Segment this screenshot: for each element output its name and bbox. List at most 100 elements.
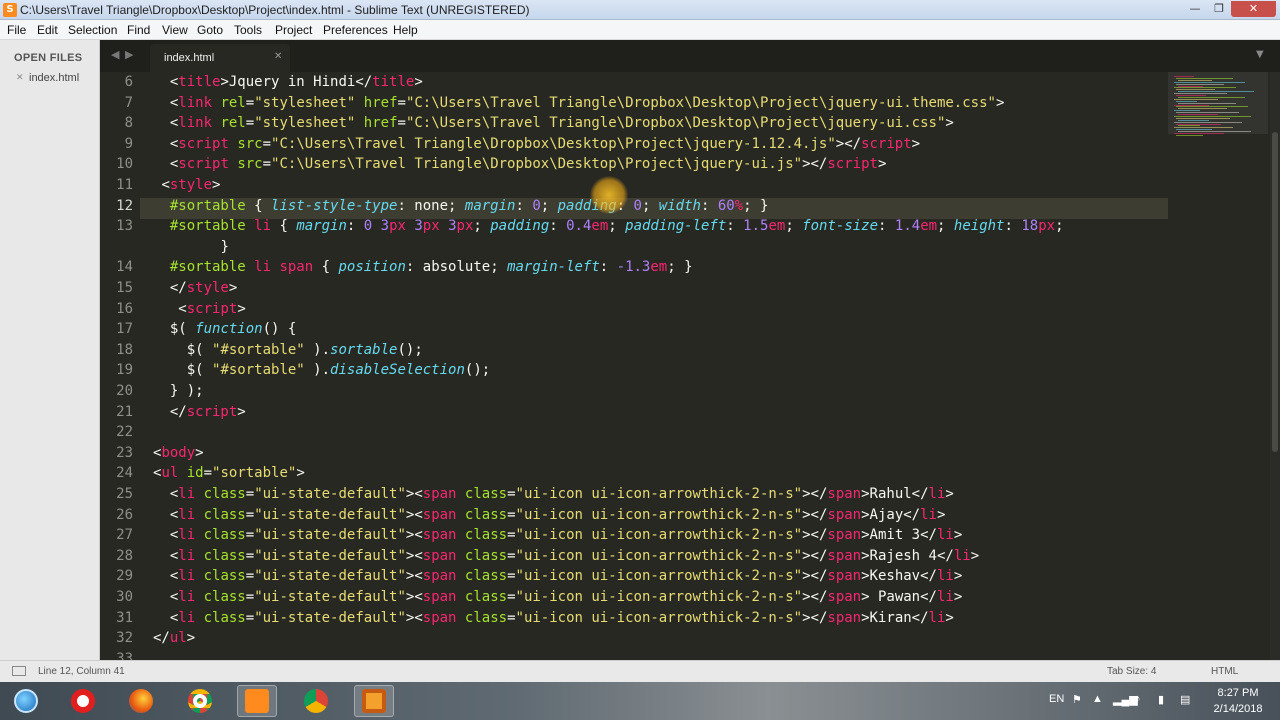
- code-line[interactable]: <body>: [153, 443, 1268, 464]
- code-line[interactable]: <title>Jquery in Hindi</title>: [153, 72, 1268, 93]
- menu-preferences[interactable]: Preferences: [323, 23, 388, 37]
- windows-start-icon[interactable]: [6, 685, 46, 717]
- firefox-icon[interactable]: [121, 685, 161, 717]
- code-token: span: [279, 259, 314, 276]
- opera-icon[interactable]: [63, 685, 103, 717]
- tab-close-icon[interactable]: ✕: [274, 51, 282, 62]
- status-tab-size[interactable]: Tab Size: 4: [1107, 666, 1156, 677]
- code-token: li: [178, 568, 196, 585]
- language-indicator[interactable]: EN: [1049, 693, 1064, 705]
- tab-forward-icon[interactable]: ▶: [125, 48, 133, 61]
- code-line[interactable]: $( "#sortable" ).sortable();: [153, 340, 1268, 361]
- code-line[interactable]: } );: [153, 381, 1268, 402]
- code-line[interactable]: <link rel="stylesheet" href="C:\Users\Tr…: [153, 93, 1268, 114]
- minimize-button[interactable]: —: [1183, 1, 1207, 17]
- code-line[interactable]: <li class="ui-state-default"><span class…: [153, 608, 1268, 629]
- code-line[interactable]: <script>: [153, 299, 1268, 320]
- code-line[interactable]: <li class="ui-state-default"><span class…: [153, 566, 1268, 587]
- panel-toggle-icon[interactable]: [12, 666, 26, 676]
- clock-time[interactable]: 8:27 PM: [1208, 687, 1268, 699]
- code-token: "ui-icon ui-icon-arrowthick-2-n-s": [515, 506, 803, 523]
- code-line[interactable]: [153, 649, 1268, 660]
- tray-flag-icon[interactable]: ⚑: [1072, 693, 1082, 706]
- code-token: ();: [464, 362, 491, 379]
- code-token: >: [186, 630, 196, 647]
- line-number: 24: [116, 465, 133, 482]
- code-token: li: [920, 506, 937, 523]
- code-token: span: [827, 568, 862, 585]
- code-line[interactable]: <li class="ui-state-default"><span class…: [153, 587, 1268, 608]
- code-line[interactable]: <script src="C:\Users\Travel Triangle\Dr…: [153, 154, 1268, 175]
- vertical-scrollbar[interactable]: [1270, 72, 1280, 660]
- screen-recorder-icon[interactable]: [354, 685, 394, 717]
- code-line[interactable]: <ul id="sortable">: [153, 463, 1268, 484]
- code-token: #sortable: [169, 259, 246, 276]
- tab-dropdown-icon[interactable]: ▼: [1256, 49, 1264, 60]
- network-icon[interactable]: ▂▄▆: [1113, 693, 1138, 706]
- code-token: style: [169, 177, 213, 193]
- tab-back-icon[interactable]: ◀: [111, 48, 119, 61]
- action-center-icon[interactable]: ▤: [1180, 693, 1190, 706]
- code-line[interactable]: #sortable li span { position: absolute; …: [153, 257, 1268, 278]
- code-line[interactable]: <li class="ui-state-default"><span class…: [153, 484, 1268, 505]
- maximize-button[interactable]: ❐: [1208, 1, 1230, 17]
- code-line[interactable]: <style>: [153, 175, 1268, 196]
- tab-index-html[interactable]: index.html ✕: [150, 44, 290, 72]
- battery-icon[interactable]: ▮: [1158, 693, 1164, 706]
- code-line[interactable]: <link rel="stylesheet" href="C:\Users\Tr…: [153, 113, 1268, 134]
- code-token: =: [507, 547, 516, 564]
- minimap-line: [1176, 134, 1203, 136]
- code-token: ;: [641, 197, 659, 214]
- minimap-line: [1174, 115, 1251, 117]
- code-line[interactable]: <li class="ui-state-default"><span class…: [153, 505, 1268, 526]
- minimap[interactable]: [1168, 72, 1270, 660]
- menu-view[interactable]: View: [162, 23, 188, 37]
- close-window-button[interactable]: ✕: [1231, 1, 1276, 17]
- code-token: 0: [532, 197, 541, 214]
- chrome-icon[interactable]: [296, 685, 336, 717]
- code-token: >: [296, 465, 305, 482]
- minimap-line: [1174, 81, 1245, 83]
- menu-help[interactable]: Help: [393, 23, 418, 37]
- scrollbar-thumb[interactable]: [1272, 132, 1278, 452]
- code-line[interactable]: </script>: [153, 402, 1268, 423]
- code-token: title: [372, 74, 415, 90]
- sublime-text-icon[interactable]: [237, 685, 277, 717]
- minimap-line: [1176, 117, 1230, 119]
- code-line[interactable]: </ul>: [153, 628, 1268, 649]
- code-line[interactable]: $( "#sortable" ).disableSelection();: [153, 360, 1268, 381]
- code-token: "#sortable": [212, 362, 305, 379]
- code-line[interactable]: $( function() {: [153, 319, 1268, 340]
- chrome-icon[interactable]: [180, 685, 220, 717]
- code-token: =: [245, 527, 255, 544]
- code-line[interactable]: #sortable li { margin: 0 3px 3px 3px; pa…: [153, 216, 1268, 237]
- menu-edit[interactable]: Edit: [37, 23, 58, 37]
- volume-icon[interactable]: ♪: [1135, 693, 1141, 705]
- code-line[interactable]: <script src="C:\Users\Travel Triangle\Dr…: [153, 134, 1268, 155]
- code-line[interactable]: <li class="ui-state-default"><span class…: [153, 546, 1268, 567]
- code-line[interactable]: }: [153, 237, 1268, 258]
- code-line[interactable]: </style>: [153, 278, 1268, 299]
- code-editor[interactable]: 6 7 8 9 10 11 12 13 14 15 16 17 18 19 20 21 22 23 24 25 26 27…: [100, 72, 1268, 660]
- code-token: >Rajesh 4</: [861, 547, 954, 564]
- close-file-icon[interactable]: ✕: [16, 73, 24, 83]
- code-token: disableSelection: [330, 362, 465, 379]
- status-syntax[interactable]: HTML: [1211, 666, 1238, 677]
- menu-project[interactable]: Project: [275, 23, 312, 37]
- code-line[interactable]: #sortable { list-style-type: none; margi…: [153, 196, 1268, 217]
- menu-goto[interactable]: Goto: [197, 23, 223, 37]
- code-token: >: [414, 74, 423, 90]
- clock-date[interactable]: 2/14/2018: [1206, 703, 1270, 715]
- code-line[interactable]: <li class="ui-state-default"><span class…: [153, 525, 1268, 546]
- code-token: {: [313, 259, 339, 276]
- code-line[interactable]: [153, 422, 1268, 443]
- code-token: >: [936, 506, 946, 523]
- menu-selection[interactable]: Selection: [68, 23, 117, 37]
- menu-tools[interactable]: Tools: [234, 23, 262, 37]
- code-token: span: [422, 589, 457, 605]
- menu-find[interactable]: Find: [127, 23, 150, 37]
- menu-file[interactable]: File: [7, 23, 26, 37]
- sidebar-file-index-html[interactable]: index.html: [29, 72, 79, 84]
- tray-expand-icon[interactable]: ▲: [1092, 693, 1103, 705]
